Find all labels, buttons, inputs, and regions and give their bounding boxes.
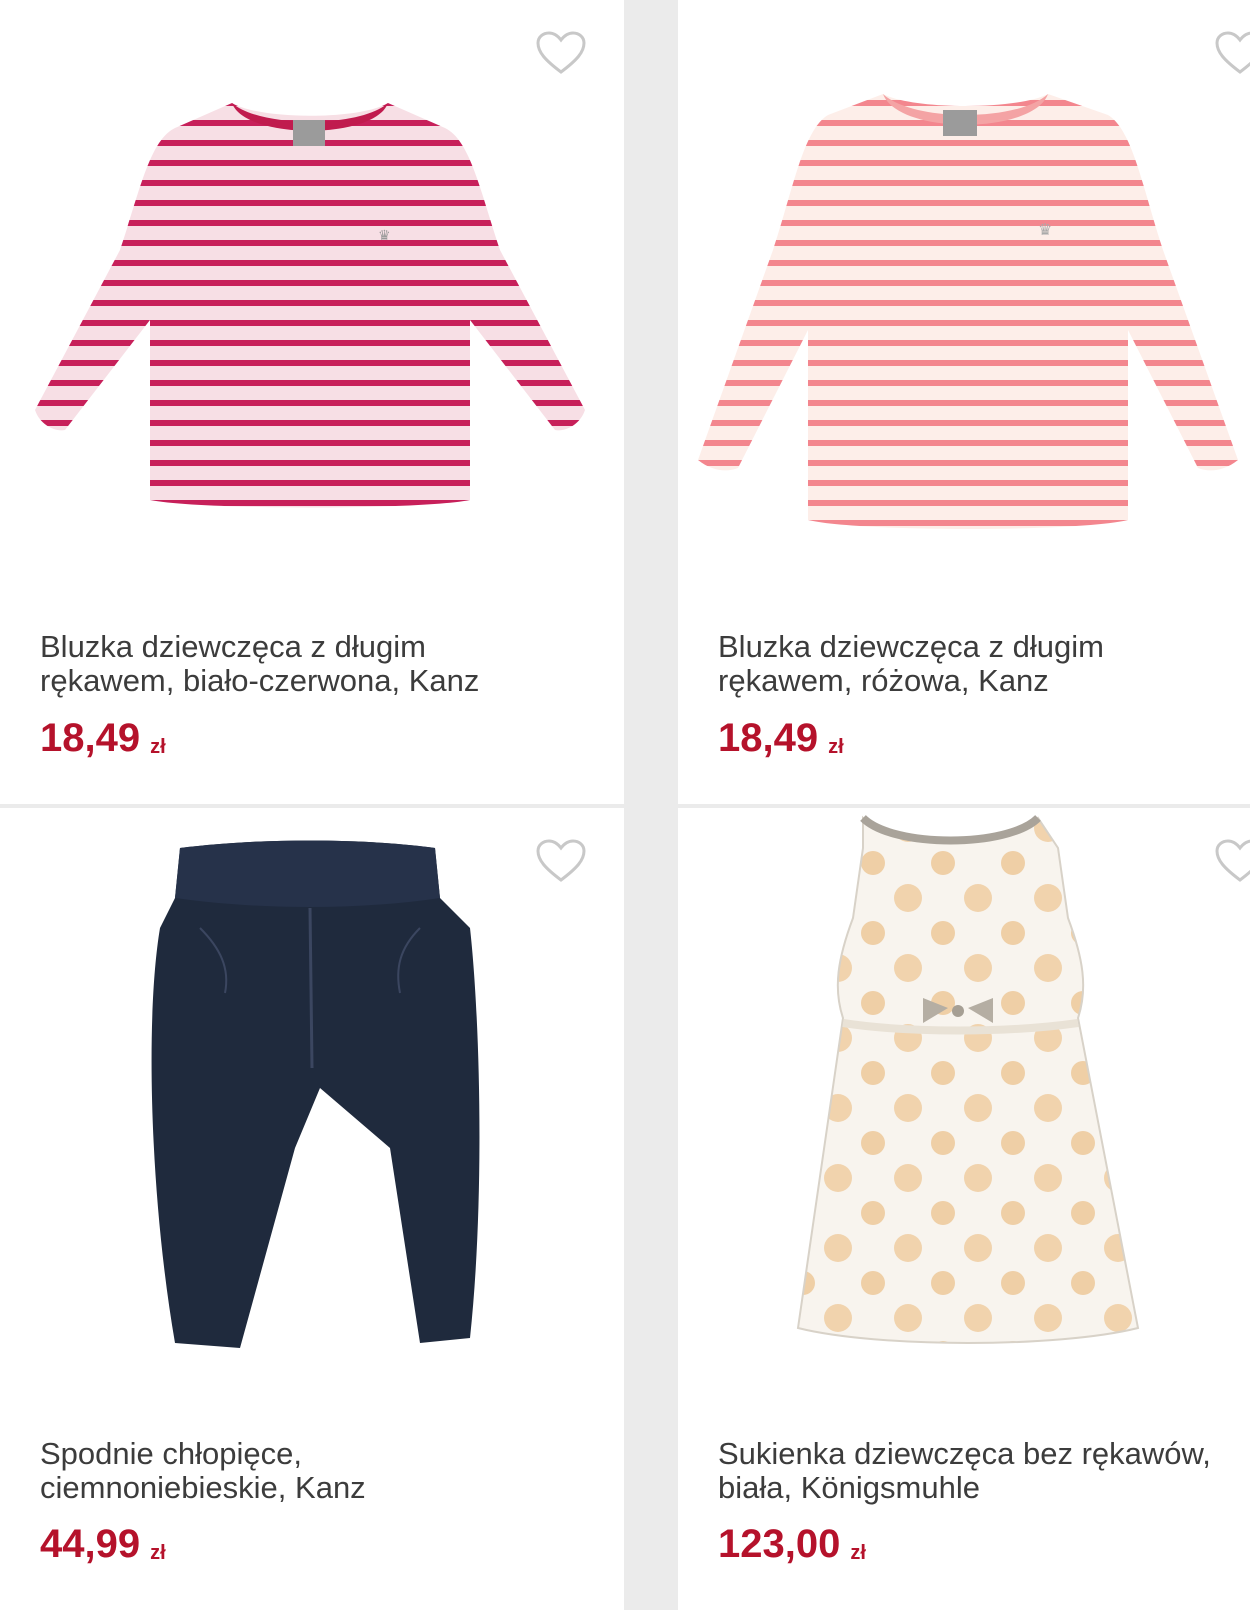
product-title-line: Sukienka dziewczęca bez rękawów, [718, 1436, 1211, 1471]
heart-icon[interactable] [1214, 30, 1250, 76]
product-grid: ♛ Bluzka dziewczęca z długim rękawem, bi… [0, 0, 1250, 1610]
price-currency: zł [150, 1542, 166, 1564]
product-price: 18,49 zł [40, 714, 166, 771]
product-image[interactable]: ♛ [678, 80, 1250, 580]
svg-text:♛: ♛ [1038, 220, 1052, 239]
product-card[interactable]: Spodnie chłopięce, ciemnoniebieskie, Kan… [0, 808, 624, 1610]
product-price: 44,99 zł [40, 1520, 166, 1577]
price-value: 18,49 [40, 716, 141, 760]
product-title-line: ciemnoniebieskie, Kanz [40, 1470, 366, 1505]
heart-icon[interactable] [535, 30, 587, 76]
svg-text:♛: ♛ [378, 228, 391, 244]
product-card[interactable]: ♛ Bluzka dziewczęca z długim rękawem, bi… [0, 0, 624, 804]
price-value: 123,00 [718, 1522, 841, 1566]
product-title[interactable]: Bluzka dziewczęca z długim rękawem, biał… [40, 630, 624, 698]
product-price: 123,00 zł [718, 1520, 866, 1577]
product-card[interactable]: Sukienka dziewczęca bez rękawów, biała, … [678, 808, 1250, 1610]
product-card[interactable]: ♛ Bluzka dziewczęca z długim rękawem, ró… [678, 0, 1250, 804]
product-image[interactable] [678, 808, 1250, 1388]
price-currency: zł [828, 736, 844, 758]
price-currency: zł [850, 1542, 866, 1564]
price-value: 44,99 [40, 1522, 141, 1566]
product-title-line: Spodnie chłopięce, [40, 1436, 302, 1471]
striped-top-red-image: ♛ [35, 103, 585, 508]
striped-top-pink-image: ♛ [698, 94, 1238, 529]
price-currency: zł [150, 736, 166, 758]
product-title-line: Bluzka dziewczęca z długim [718, 629, 1104, 664]
navy-trousers-image [151, 840, 480, 1348]
product-title-line: biała, Königsmuhle [718, 1470, 980, 1505]
floral-dress-image [796, 814, 1140, 1344]
price-value: 18,49 [718, 716, 819, 760]
product-title-line: rękawem, biało-czerwona, Kanz [40, 663, 480, 698]
product-title-line: Bluzka dziewczęca z długim [40, 629, 426, 664]
product-price: 18,49 zł [718, 714, 844, 771]
product-title[interactable]: Sukienka dziewczęca bez rękawów, biała, … [718, 1437, 1250, 1505]
product-title-line: rękawem, różowa, Kanz [718, 663, 1049, 698]
product-title[interactable]: Spodnie chłopięce, ciemnoniebieskie, Kan… [40, 1437, 624, 1505]
product-image[interactable] [0, 818, 624, 1378]
product-title[interactable]: Bluzka dziewczęca z długim rękawem, różo… [718, 630, 1250, 698]
product-image[interactable]: ♛ [0, 80, 624, 580]
